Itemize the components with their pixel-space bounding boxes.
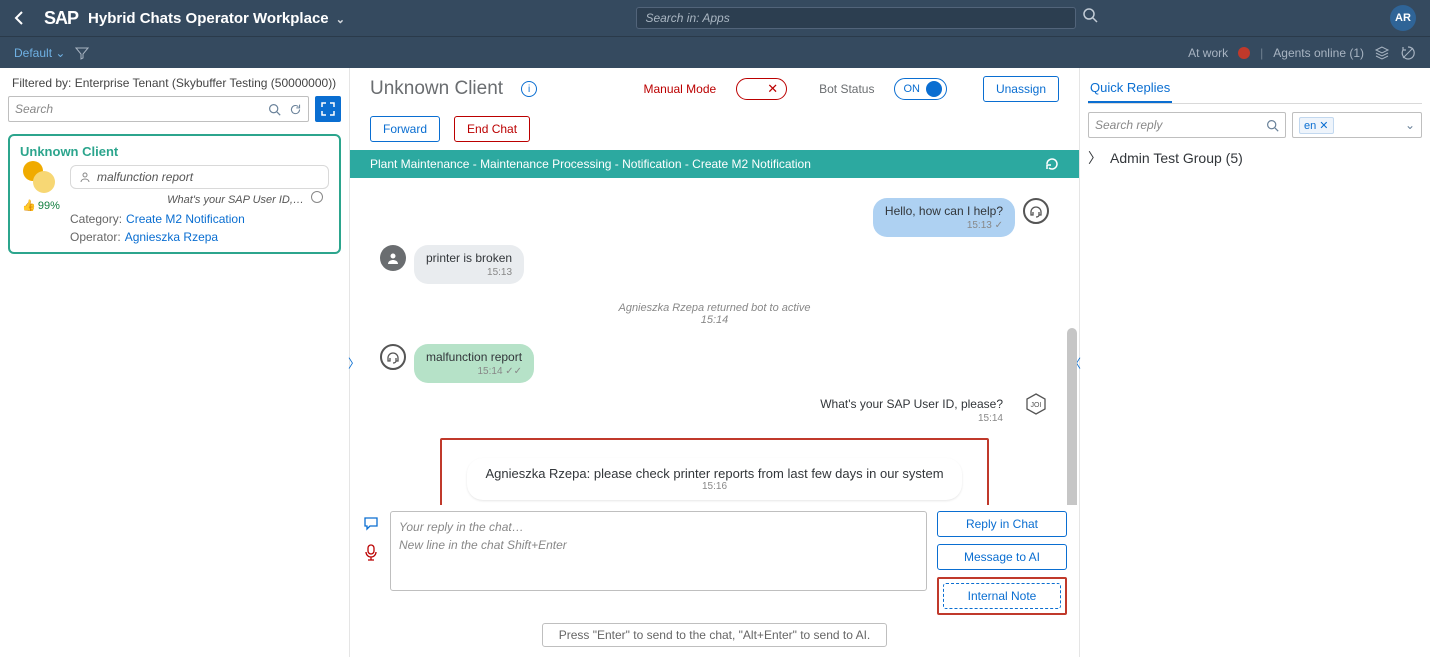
internal-note-button[interactable]: Internal Note (943, 583, 1061, 609)
client-name: Unknown Client (370, 78, 503, 100)
chevron-down-icon: ⌄ (333, 14, 345, 26)
forward-button[interactable]: Forward (370, 116, 440, 142)
message-to-ai-button[interactable]: Message to AI (937, 544, 1067, 570)
sentiment-score: 👍99% (22, 199, 60, 212)
user-avatar[interactable]: AR (1390, 5, 1416, 31)
client-message: printer is broken15:13 (414, 245, 524, 284)
unassign-button[interactable]: Unassign (983, 76, 1059, 102)
bot-avatar-icon: JOI (1023, 391, 1049, 417)
chat-search-input[interactable]: Search (8, 96, 309, 122)
operator-message: Hello, how can I help?15:13 ✓ (873, 198, 1015, 237)
conversation-panel: 〉 〈 Unknown Client i Manual Mode ✕ Bot S… (350, 68, 1080, 657)
reply-search-input[interactable]: Search reply (1088, 112, 1286, 138)
clear-icon[interactable] (1400, 45, 1416, 61)
bot-question: What's your SAP User ID, please?15:14 (808, 391, 1015, 430)
client-avatar-icon (380, 245, 406, 271)
back-button[interactable] (14, 11, 34, 25)
sub-bar: Default ⌄ At work | Agents online (1) (0, 36, 1430, 68)
info-icon[interactable]: i (521, 81, 537, 97)
tab-quick-replies[interactable]: Quick Replies (1088, 76, 1172, 103)
refresh-icon[interactable] (289, 103, 302, 116)
reply-textarea[interactable]: Your reply in the chat…New line in the c… (390, 511, 927, 591)
reply-group[interactable]: 〉 Admin Test Group (5) (1088, 148, 1422, 168)
category-link[interactable]: Create M2 Notification (126, 212, 245, 226)
operator-avatar-icon (1023, 198, 1049, 224)
chat-list-item[interactable]: Unknown Client 👍99% malfunction report W… (8, 134, 341, 254)
bot-status-toggle[interactable]: ON (894, 78, 947, 100)
svg-text:JOI: JOI (1031, 402, 1042, 409)
operator-avatar-icon (380, 344, 406, 370)
variant-select[interactable]: Default ⌄ (14, 46, 65, 60)
at-work-label: At work (1188, 46, 1228, 60)
manual-mode-toggle[interactable]: ✕ (736, 78, 787, 100)
quick-replies-panel: Quick Replies Search reply en ✕ ⌄ 〉 Admi… (1080, 68, 1430, 657)
search-icon[interactable] (268, 103, 281, 116)
bot-status-label: Bot Status (819, 82, 874, 96)
chat-preview: malfunction report (70, 165, 329, 189)
sap-logo: SAP (44, 8, 78, 29)
agents-online: Agents online (1) (1273, 46, 1364, 60)
reply-in-chat-button[interactable]: Reply in Chat (937, 511, 1067, 537)
end-chat-button[interactable]: End Chat (454, 116, 530, 142)
chat-item-title: Unknown Client (20, 144, 329, 159)
internal-note: Agnieszka Rzepa: please check printer re… (467, 458, 961, 500)
chevron-right-icon: 〉 (1088, 148, 1102, 168)
undo-icon[interactable] (1043, 156, 1059, 172)
operator-link[interactable]: Agnieszka Rzepa (125, 230, 218, 244)
top-bar: SAP Hybrid Chats Operator Workplace ⌄ Se… (0, 0, 1430, 36)
close-icon: ✕ (767, 81, 778, 97)
breadcrumb: Plant Maintenance - Maintenance Processi… (350, 150, 1079, 178)
internal-note-highlight: Agnieszka Rzepa: please check printer re… (440, 438, 989, 505)
system-message: Agnieszka Rzepa returned bot to active15… (380, 302, 1049, 326)
filter-icon[interactable] (75, 46, 89, 60)
chat-preview-text: What's your SAP User ID,… (167, 194, 304, 206)
manual-mode-label: Manual Mode (643, 82, 716, 96)
compose-hint: Press "Enter" to send to the chat, "Alt+… (542, 623, 888, 647)
global-search-input[interactable]: Search in: Apps (636, 7, 1076, 29)
language-tag[interactable]: en ✕ (1299, 117, 1334, 134)
filter-line: Filtered by: Enterprise Tenant (Skybuffe… (8, 74, 341, 96)
scrollbar-thumb[interactable] (1067, 328, 1077, 505)
search-icon[interactable] (1266, 119, 1279, 132)
user-icon (79, 171, 91, 183)
search-icon[interactable] (1082, 7, 1098, 29)
microphone-icon[interactable] (362, 543, 380, 561)
app-title[interactable]: Hybrid Chats Operator Workplace ⌄ (88, 10, 345, 27)
status-dot[interactable] (1238, 47, 1250, 59)
comment-icon[interactable] (362, 515, 380, 533)
bot-message: malfunction report15:14 ✓✓ (414, 344, 534, 383)
layers-icon[interactable] (1374, 45, 1390, 61)
chevron-down-icon: ⌄ (1405, 118, 1415, 132)
language-select[interactable]: en ✕ ⌄ (1292, 112, 1422, 138)
chat-list-panel: Filtered by: Enterprise Tenant (Skybuffe… (0, 68, 350, 657)
pending-icon (311, 191, 323, 203)
expand-button[interactable] (315, 96, 341, 122)
internal-note-highlight-btn: Internal Note (937, 577, 1067, 615)
chat-bubble-icon (27, 165, 55, 193)
